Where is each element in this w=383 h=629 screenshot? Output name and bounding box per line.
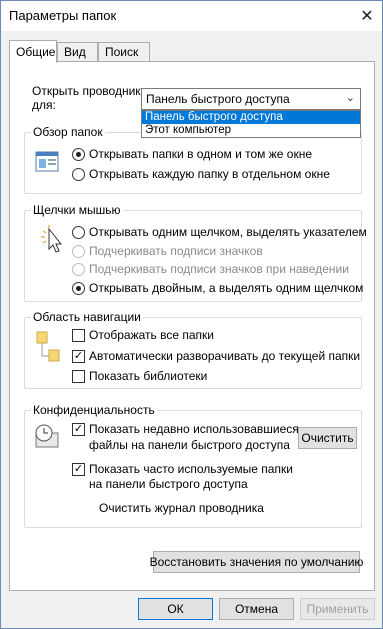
checkmark-icon: ✓ bbox=[72, 349, 85, 363]
radio-dot bbox=[72, 244, 85, 258]
checkbox-box bbox=[72, 369, 85, 383]
clear-button[interactable]: Очистить bbox=[298, 427, 357, 449]
browse-folders-title: Обзор папок bbox=[31, 125, 105, 139]
privacy-group: Конфиденциальность ✓ Показать недавно ис… bbox=[24, 403, 362, 528]
checkbox-show-all-folders[interactable]: Отображать все папки bbox=[72, 328, 214, 342]
chevron-down-icon: ⌄ bbox=[345, 92, 355, 104]
open-explorer-label-line1: Открыть проводник bbox=[32, 84, 141, 98]
frequent-folders-label-line2: на панели быстрого доступа bbox=[89, 477, 248, 491]
radio-new-window-label: Открывать каждую папку в отдельном окне bbox=[89, 167, 330, 181]
mouse-pointer-icon bbox=[41, 225, 63, 253]
open-explorer-selected-value: Панель быстрого доступа bbox=[146, 92, 290, 106]
checkbox-box bbox=[72, 328, 85, 342]
radio-underline-always-label: Подчеркивать подписи значков bbox=[89, 244, 263, 258]
radio-single-click-label: Открывать одним щелчком, выделять указат… bbox=[89, 225, 367, 239]
window-title: Параметры папок bbox=[9, 8, 117, 23]
window-icon bbox=[35, 151, 59, 172]
radio-dot bbox=[72, 225, 85, 239]
folder-tree-icon bbox=[36, 331, 60, 362]
clock-folder-icon bbox=[35, 424, 59, 448]
open-explorer-select[interactable]: Панель быстрого доступа ⌄ bbox=[141, 88, 361, 110]
checkbox-show-recent-files[interactable]: ✓ Показать недавно использовавшиеся bbox=[72, 422, 299, 436]
radio-dot bbox=[72, 147, 85, 161]
open-explorer-label-line2: для: bbox=[32, 98, 56, 112]
browse-folders-group: Обзор папок Открывать папки в одном и то… bbox=[24, 125, 362, 194]
checkbox-show-all-folders-label: Отображать все папки bbox=[89, 328, 214, 342]
radio-underline-hover[interactable]: Подчеркивать подписи значков при наведен… bbox=[72, 262, 349, 276]
open-explorer-dropdown-list: Панель быстрого доступа Этот компьютер bbox=[141, 110, 361, 138]
close-icon: ✕ bbox=[360, 8, 374, 25]
radio-dot bbox=[72, 262, 85, 276]
checkbox-show-recent-files-label: Показать недавно использовавшиеся bbox=[89, 422, 299, 436]
radio-underline-hover-label: Подчеркивать подписи значков при наведен… bbox=[89, 262, 349, 276]
navigation-pane-title: Область навигации bbox=[31, 310, 143, 324]
checkbox-show-libraries-label: Показать библиотеки bbox=[89, 369, 208, 383]
clicks-title: Щелчки мышью bbox=[31, 203, 123, 217]
close-button[interactable]: ✕ bbox=[352, 1, 382, 31]
radio-dot bbox=[72, 281, 85, 295]
radio-dot bbox=[72, 167, 85, 181]
apply-button[interactable]: Применить bbox=[300, 598, 375, 620]
general-tab-panel: Открыть проводник для: Панель быстрого д… bbox=[9, 61, 375, 591]
cancel-button[interactable]: Отмена bbox=[219, 598, 294, 620]
checkbox-expand-to-folder[interactable]: ✓ Автоматически разворачивать до текущей… bbox=[72, 349, 360, 363]
folder-options-window: Параметры папок ✕ Общие Вид Поиск Открыт… bbox=[0, 0, 383, 629]
radio-double-click-label: Открывать двойным, а выделять одним щелч… bbox=[89, 281, 364, 295]
dropdown-option-this-pc[interactable]: Этот компьютер bbox=[142, 124, 360, 137]
checkbox-show-libraries[interactable]: Показать библиотеки bbox=[72, 369, 207, 383]
radio-underline-always[interactable]: Подчеркивать подписи значков bbox=[72, 244, 263, 258]
clicks-group: Щелчки мышью Открывать одним щелчком, вы… bbox=[24, 203, 367, 302]
tab-view[interactable]: Вид bbox=[57, 42, 98, 61]
title-bar: Параметры папок ✕ bbox=[1, 1, 382, 31]
radio-single-click[interactable]: Открывать одним щелчком, выделять указат… bbox=[72, 225, 367, 239]
radio-new-window[interactable]: Открывать каждую папку в отдельном окне bbox=[72, 167, 330, 181]
dropdown-option-quick-access[interactable]: Панель быстрого доступа bbox=[142, 111, 360, 124]
checkbox-expand-to-folder-label: Автоматически разворачивать до текущей п… bbox=[89, 349, 361, 363]
recent-files-label-line2: файлы на панели быстрого доступа bbox=[89, 438, 290, 452]
radio-same-window-label: Открывать папки в одном и том же окне bbox=[89, 147, 312, 161]
navigation-pane-group: Область навигации Отображать все папки ✓… bbox=[24, 310, 362, 389]
radio-double-click[interactable]: Открывать двойным, а выделять одним щелч… bbox=[72, 281, 363, 295]
ok-button[interactable]: ОК bbox=[138, 598, 213, 620]
checkbox-show-frequent-folders-label: Показать часто используемые папки bbox=[89, 462, 293, 476]
checkbox-show-frequent-folders[interactable]: ✓ Показать часто используемые папки bbox=[72, 462, 293, 476]
radio-same-window[interactable]: Открывать папки в одном и том же окне bbox=[72, 147, 312, 161]
checkmark-icon: ✓ bbox=[72, 422, 85, 436]
checkmark-icon: ✓ bbox=[72, 462, 85, 476]
clear-history-label: Очистить журнал проводника bbox=[99, 501, 264, 515]
restore-defaults-button[interactable]: Восстановить значения по умолчанию bbox=[150, 551, 363, 573]
privacy-title: Конфиденциальность bbox=[31, 403, 157, 417]
tab-search[interactable]: Поиск bbox=[98, 42, 150, 61]
tab-general[interactable]: Общие bbox=[9, 40, 57, 63]
